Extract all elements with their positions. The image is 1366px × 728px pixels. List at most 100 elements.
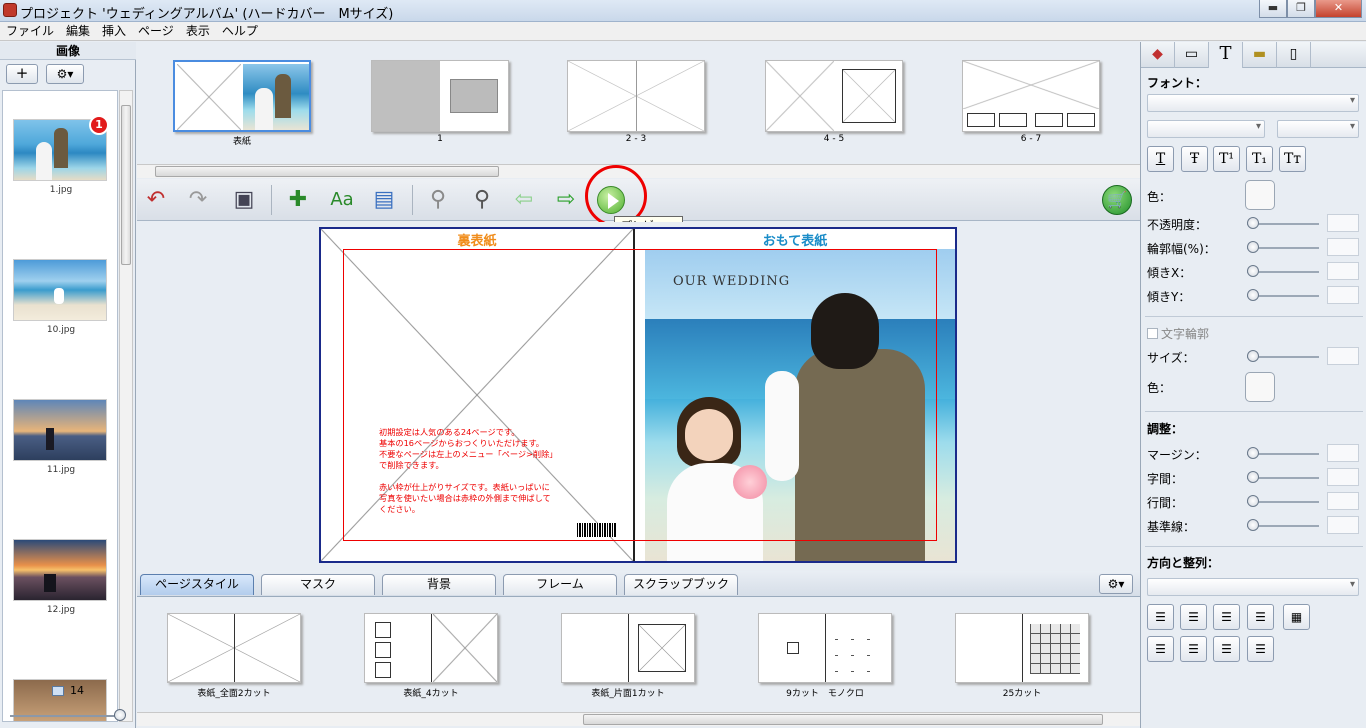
subscript-button[interactable]: T₁	[1246, 146, 1273, 172]
opacity-value[interactable]	[1327, 214, 1359, 232]
strikethrough-button[interactable]: Ŧ	[1181, 146, 1208, 172]
text-color-swatch[interactable]	[1245, 180, 1275, 210]
tab-frame[interactable]: フレーム	[503, 574, 617, 595]
margin-value[interactable]	[1327, 444, 1359, 462]
baseline-value[interactable]	[1327, 516, 1359, 534]
char-spacing-slider[interactable]	[1247, 471, 1319, 483]
cover-spread[interactable]: OUR WEDDING 裏表紙 おもて表紙 初期設定は人気のある24ページです。…	[319, 227, 957, 563]
tab-mask[interactable]: マスク	[261, 574, 375, 595]
add-page-icon[interactable]: ▤	[369, 185, 399, 215]
page-tab-icon[interactable]: ▯	[1277, 42, 1311, 68]
zoom-out-icon[interactable]: ⚲	[423, 185, 453, 215]
skew-x-slider[interactable]	[1247, 265, 1319, 277]
image-thumb-10[interactable]	[13, 259, 107, 321]
page-thumb-cover[interactable]	[173, 60, 311, 132]
image-thumb-12[interactable]	[13, 539, 107, 601]
style-4cut[interactable]	[364, 613, 498, 683]
zoom-slider-track[interactable]	[10, 709, 126, 721]
image-settings-button[interactable]: ⚙▾	[46, 64, 84, 84]
menu-view[interactable]: 表示	[180, 22, 216, 40]
slider-knob[interactable]	[1247, 241, 1259, 253]
valign-justify-icon[interactable]: ☰	[1247, 636, 1274, 662]
style-list-scrollbar[interactable]	[137, 712, 1140, 726]
outline-width-value[interactable]	[1327, 238, 1359, 256]
opacity-slider[interactable]	[1247, 217, 1319, 229]
align-justify-icon[interactable]: ☰	[1247, 604, 1274, 630]
line-spacing-value[interactable]	[1327, 492, 1359, 510]
scrollbar-thumb[interactable]	[121, 105, 131, 265]
margin-slider[interactable]	[1247, 447, 1319, 459]
small-caps-button[interactable]: Tт	[1279, 146, 1306, 172]
style-9cut-mono[interactable]	[758, 613, 892, 683]
font-style-select[interactable]	[1147, 120, 1265, 138]
superscript-button[interactable]: T¹	[1213, 146, 1240, 172]
underline-button[interactable]: T	[1147, 146, 1174, 172]
style-settings-button[interactable]: ⚙▾	[1099, 574, 1133, 594]
save-icon[interactable]: ▣	[229, 185, 259, 215]
style-single-1cut[interactable]	[561, 613, 695, 683]
slider-knob[interactable]	[1247, 265, 1259, 277]
size-slider[interactable]	[1247, 350, 1319, 362]
page-thumb-2-3[interactable]	[567, 60, 705, 132]
tab-page-style[interactable]: ページスタイル	[140, 574, 254, 595]
add-image-button[interactable]: +	[6, 64, 38, 84]
zoom-in-icon[interactable]: ⚲	[467, 185, 497, 215]
menu-insert[interactable]: 挿入	[96, 22, 132, 40]
slider-knob[interactable]	[1247, 289, 1259, 301]
baseline-slider[interactable]	[1247, 519, 1319, 531]
scrollbar-thumb[interactable]	[155, 166, 499, 177]
align-left-icon[interactable]: ☰	[1147, 604, 1174, 630]
next-page-icon[interactable]: ⇨	[551, 185, 581, 215]
maximize-button[interactable]: ❐	[1287, 0, 1315, 18]
style-full-2cut[interactable]	[167, 613, 301, 683]
skew-y-value[interactable]	[1327, 286, 1359, 304]
valign-bottom-icon[interactable]: ☰	[1213, 636, 1240, 662]
tab-background[interactable]: 背景	[382, 574, 496, 595]
menu-help[interactable]: ヘルプ	[216, 22, 264, 40]
line-spacing-slider[interactable]	[1247, 495, 1319, 507]
valign-top-icon[interactable]: ☰	[1147, 636, 1174, 662]
outline-checkbox[interactable]	[1147, 328, 1158, 339]
slider-knob[interactable]	[1247, 495, 1259, 507]
font-size-select[interactable]	[1277, 120, 1359, 138]
undo-icon[interactable]: ↶	[141, 185, 171, 215]
frame-tab-icon[interactable]: ▭	[1175, 42, 1209, 68]
minimize-button[interactable]: ▬	[1259, 0, 1287, 18]
slider-knob[interactable]	[1247, 217, 1259, 229]
scrollbar-thumb[interactable]	[583, 714, 1103, 725]
slider-knob[interactable]	[1247, 519, 1259, 531]
image-thumb-11[interactable]	[13, 399, 107, 461]
slider-knob[interactable]	[1247, 350, 1259, 362]
direction-select[interactable]	[1147, 578, 1359, 596]
shape-tab-icon[interactable]: ◆	[1141, 42, 1175, 68]
page-thumb-1[interactable]	[371, 60, 509, 132]
add-photo-frame-icon[interactable]: ✚	[283, 185, 313, 215]
text-tab-icon[interactable]: T	[1209, 42, 1243, 68]
menu-page[interactable]: ページ	[132, 22, 180, 40]
cart-icon[interactable]: 🛒	[1102, 185, 1132, 215]
valign-middle-icon[interactable]: ☰	[1180, 636, 1207, 662]
zoom-slider-knob[interactable]	[114, 709, 126, 721]
slider-knob[interactable]	[1247, 471, 1259, 483]
align-distribute-icon[interactable]: ▦	[1283, 604, 1310, 630]
slider-knob[interactable]	[1247, 447, 1259, 459]
outline-color-swatch[interactable]	[1245, 372, 1275, 402]
size-value[interactable]	[1327, 347, 1359, 365]
editing-canvas[interactable]: OUR WEDDING 裏表紙 おもて表紙 初期設定は人気のある24ページです。…	[137, 222, 1140, 570]
menu-file[interactable]: ファイル	[0, 22, 60, 40]
redo-icon[interactable]: ↷	[183, 185, 213, 215]
page-thumb-4-5[interactable]	[765, 60, 903, 132]
menu-edit[interactable]: 編集	[60, 22, 96, 40]
font-family-select[interactable]	[1147, 94, 1359, 112]
previous-page-icon[interactable]: ⇦	[509, 185, 539, 215]
skew-y-slider[interactable]	[1247, 289, 1319, 301]
add-text-icon[interactable]: Aa	[327, 185, 357, 215]
image-list-scrollbar[interactable]	[119, 90, 133, 722]
outline-width-slider[interactable]	[1247, 241, 1319, 253]
align-center-icon[interactable]: ☰	[1180, 604, 1207, 630]
char-spacing-value[interactable]	[1327, 468, 1359, 486]
align-right-icon[interactable]: ☰	[1213, 604, 1240, 630]
page-thumb-6-7[interactable]	[962, 60, 1100, 132]
image-list[interactable]: 1 1.jpg 10.jpg 11.jpg 12.jpg	[2, 90, 118, 722]
close-button[interactable]: ✕	[1315, 0, 1362, 18]
